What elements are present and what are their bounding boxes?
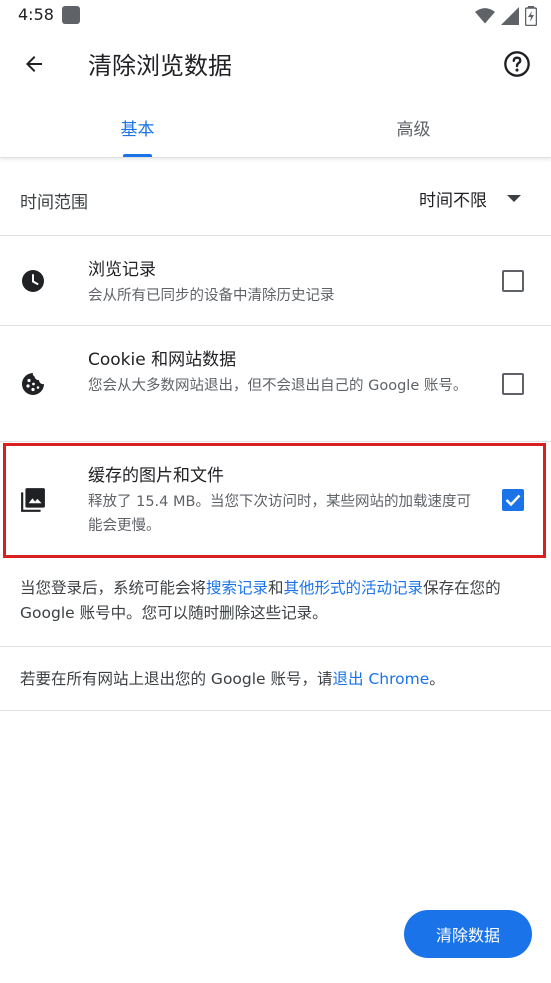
tab-basic[interactable]: 基本 <box>0 96 275 158</box>
back-button[interactable] <box>14 44 54 84</box>
signal-icon <box>501 7 519 25</box>
status-time: 4:58 <box>18 5 54 24</box>
signout-info-suffix: 。 <box>429 670 445 688</box>
search-history-link[interactable]: 搜索记录 <box>206 579 268 597</box>
sync-info-text: 当您登录后，系统可能会将搜索记录和其他形式的活动记录保存在您的 Google 账… <box>0 576 551 647</box>
battery-icon <box>525 6 537 26</box>
image-icon <box>20 487 46 513</box>
sign-out-chrome-link[interactable]: 退出 Chrome <box>333 670 430 688</box>
time-range-value: 时间不限 <box>419 191 487 211</box>
cookies-checkbox[interactable] <box>502 373 524 395</box>
option-subtitle: 释放了 15.4 MB。当您下次访问时，某些网站的加载速度可能会更慢。 <box>88 494 471 534</box>
option-title: Cookie 和网站数据 <box>88 350 237 370</box>
signout-info-prefix: 若要在所有网站上退出您的 Google 账号，请 <box>20 670 333 688</box>
clock-icon <box>20 268 46 294</box>
other-activity-link[interactable]: 其他形式的活动记录 <box>284 579 424 597</box>
status-icons <box>475 6 537 26</box>
tab-indicator <box>123 154 152 157</box>
time-range-dropdown[interactable]: 时间不限 <box>419 186 521 211</box>
clear-data-button[interactable]: 清除数据 <box>404 910 532 958</box>
sync-info-middle: 和 <box>268 579 284 597</box>
history-checkbox[interactable] <box>502 270 524 292</box>
wifi-icon <box>475 8 495 24</box>
option-title: 浏览记录 <box>88 260 156 280</box>
time-range-row[interactable]: 时间范围 时间不限 <box>0 158 551 236</box>
app-notification-icon <box>62 6 80 24</box>
option-browsing-history[interactable]: 浏览记录 会从所有已同步的设备中清除历史记录 <box>0 236 551 326</box>
help-icon <box>504 51 530 77</box>
app-bar: 清除浏览数据 <box>0 32 551 96</box>
signout-info-text: 若要在所有网站上退出您的 Google 账号，请退出 Chrome。 <box>0 667 551 711</box>
time-range-label: 时间范围 <box>20 193 88 213</box>
sync-info-prefix: 当您登录后，系统可能会将 <box>20 579 207 597</box>
check-icon <box>505 494 521 507</box>
tab-advanced[interactable]: 高级 <box>276 96 551 158</box>
status-bar: 4:58 <box>0 0 551 32</box>
option-subtitle: 会从所有已同步的设备中清除历史记录 <box>88 288 335 304</box>
page-title: 清除浏览数据 <box>88 52 232 80</box>
option-title: 缓存的图片和文件 <box>88 466 224 486</box>
dropdown-arrow-icon <box>507 194 521 202</box>
option-subtitle: 您会从大多数网站退出，但不会退出自己的 Google 账号。 <box>88 378 468 394</box>
option-cookies[interactable]: Cookie 和网站数据 您会从大多数网站退出，但不会退出自己的 Google … <box>0 326 551 442</box>
tab-bar: 基本 高级 <box>0 96 551 158</box>
arrow-back-icon <box>26 56 42 72</box>
cache-checkbox[interactable] <box>502 489 524 511</box>
option-cached-images[interactable]: 缓存的图片和文件 释放了 15.4 MB。当您下次访问时，某些网站的加载速度可能… <box>0 442 551 558</box>
cookie-icon <box>20 371 46 397</box>
help-button[interactable] <box>497 44 537 84</box>
